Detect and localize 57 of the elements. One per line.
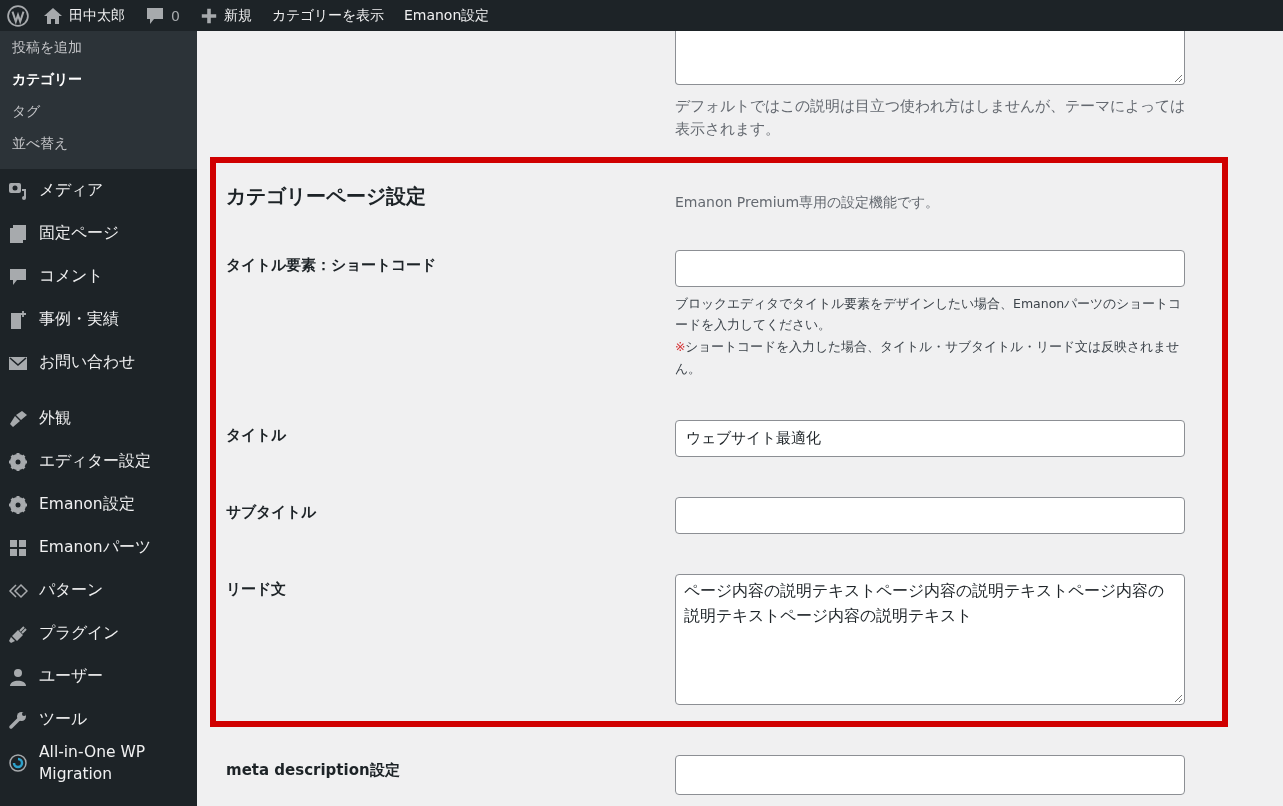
menu-item[interactable]: ユーザー [0,655,197,698]
submenu-item[interactable]: 並べ替え [0,129,197,161]
field-label: タイトル要素：ショートコード [226,255,436,275]
grid-icon [8,537,28,558]
camera-music-icon [8,180,28,201]
wrench-icon [8,709,28,730]
menu-item[interactable]: ツール [0,698,197,741]
document-plus-icon [8,309,28,330]
description-help-text: デフォルトではこの説明は目立つ使われ方はしませんが、テーマによっては表示されます。 [675,96,1185,141]
menu-item[interactable]: 外観 [0,397,197,440]
submenu-item[interactable]: カテゴリー [0,65,197,97]
menu-item[interactable]: Emanonパーツ [0,526,197,569]
menu-item[interactable]: Emanon設定 [0,483,197,526]
submenu-item[interactable]: 投稿を追加 [0,33,197,65]
field-label: meta description設定 [226,760,400,780]
settings-icon [8,494,28,515]
plug-icon [8,623,28,644]
menu-item[interactable]: メディア [0,169,197,212]
field-label: サブタイトル [226,503,316,522]
comment-count: 0 [171,7,180,24]
pages-icon [8,223,28,244]
admin-bar-link[interactable]: カテゴリーを表示 [271,6,384,25]
wordpress-logo-icon[interactable] [7,4,29,27]
menu-item[interactable]: 事例・実績 [0,298,197,341]
menu-item[interactable]: パターン [0,569,197,612]
resize-grip-icon [1174,74,1182,82]
comment-icon[interactable] [145,5,165,26]
resize-grip-icon [1174,694,1182,702]
brush-icon [8,408,28,429]
premium-note: Emanon Premium専用の設定機能です。 [675,193,941,212]
comment-icon [8,266,28,287]
description-textarea[interactable] [675,31,1185,85]
menu-item[interactable]: エディター設定 [0,440,197,483]
field-label: タイトル [226,426,286,445]
home-icon [43,5,63,26]
text-input[interactable]: ウェブサイト最適化 [675,420,1185,457]
site-name-link[interactable]: 田中太郎 [69,6,125,25]
user-icon [8,666,28,687]
submenu-item[interactable]: タグ [0,97,197,129]
text-input[interactable] [675,249,1185,287]
help-text: ブロックエディタでタイトル要素をデザインしたい場合、Emanonパーツのショートコードを入力してください。 [675,294,1183,335]
plus-icon [199,6,218,25]
warning-text: ※ショートコードを入力した場合、タイトル・サブタイトル・リード文は反映されません。 [675,338,1181,379]
lead-textarea[interactable]: ページ内容の説明テキストページ内容の説明テキストページ内容の説明テキストページ内容の説明テキスト [675,574,1185,705]
admin-bar-link[interactable]: Emanon設定 [403,6,490,25]
menu-item[interactable]: お問い合わせ [0,341,197,384]
menu-item[interactable]: 固定ページ [0,212,197,255]
settings-icon [8,451,28,472]
meta-description-input[interactable] [675,754,1185,795]
text-input[interactable] [675,497,1185,534]
menu-item[interactable]: コメント [0,255,197,298]
menu-item[interactable]: プラグイン [0,612,197,655]
section-title: カテゴリーページ設定 [226,182,427,210]
textarea-value: ページ内容の説明テキストページ内容の説明テキストページ内容の説明テキストページ内容の説明テキスト [684,581,1165,627]
menu-item[interactable]: All-in-One WP Migration [0,741,197,786]
field-label: リード文 [226,580,286,599]
new-link[interactable]: 新規 [223,6,252,25]
